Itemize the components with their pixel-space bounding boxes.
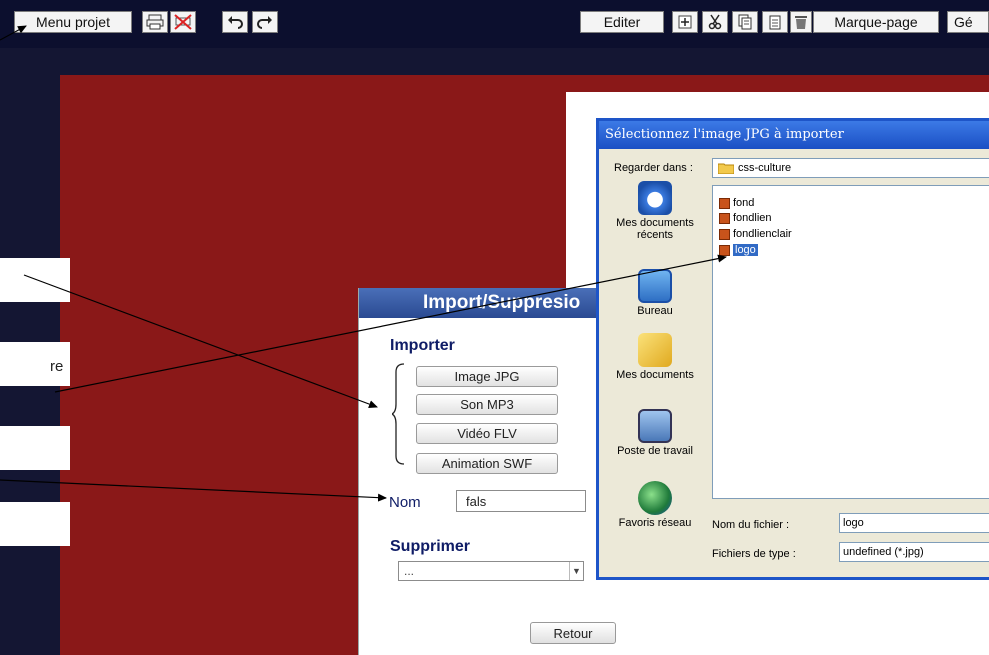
arrow-to-menu-projet bbox=[0, 25, 27, 41]
annotation-arrows bbox=[0, 25, 727, 502]
arrow-to-name-field bbox=[0, 479, 387, 502]
